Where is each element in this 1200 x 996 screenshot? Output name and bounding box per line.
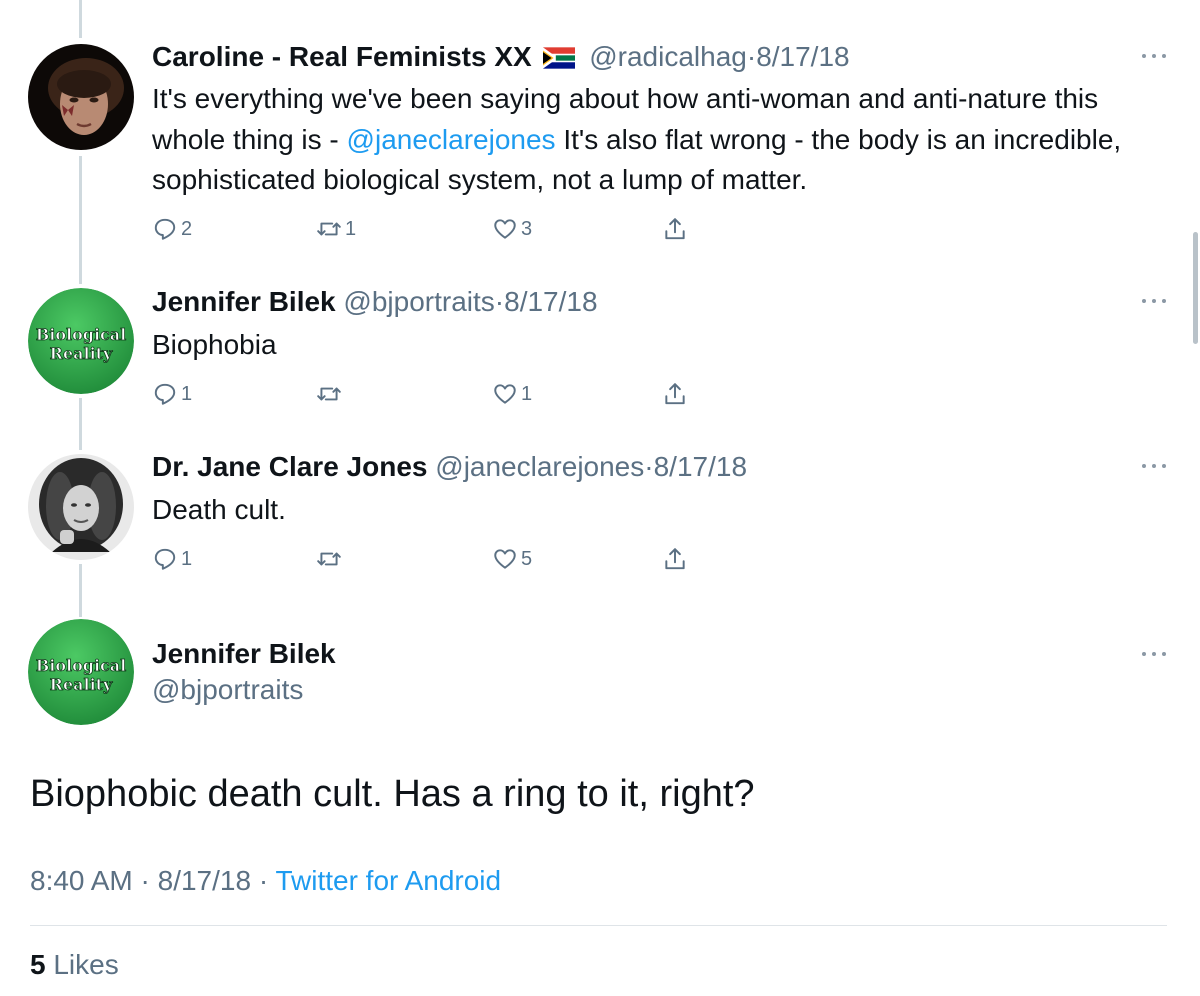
reply-icon <box>154 383 176 405</box>
tweet-text: It's everything we've been saying about … <box>152 79 1172 201</box>
avatar[interactable]: Biological Reality <box>28 619 134 725</box>
divider <box>30 925 1167 926</box>
tweet-date[interactable]: 8/17/18 <box>158 865 251 896</box>
separator: · <box>140 865 150 896</box>
avatar-text: Biological <box>36 325 126 344</box>
avatar-text: Biological <box>36 656 126 675</box>
author-name[interactable]: Jennifer Bilek <box>152 638 336 669</box>
author-handle[interactable]: @janeclarejones <box>435 451 644 482</box>
avatar[interactable]: Biological Reality <box>28 288 134 394</box>
share-icon <box>665 548 685 570</box>
likes-summary[interactable]: 5 Likes <box>30 947 119 983</box>
like-button[interactable]: 3 <box>492 214 532 244</box>
share-icon <box>665 383 685 405</box>
tweet-header: Jennifer Bilek @bjportraits·8/17/18 <box>152 285 598 319</box>
avatar[interactable] <box>28 44 134 150</box>
tweet-text: Death cult. <box>152 494 286 525</box>
tweet-header: Dr. Jane Clare Jones @janeclarejones·8/1… <box>152 450 747 484</box>
heart-icon <box>494 219 516 239</box>
tweet-time[interactable]: 8:40 AM <box>30 865 133 896</box>
share-button[interactable] <box>662 214 688 244</box>
like-count: 1 <box>521 382 533 405</box>
retweet-icon <box>317 552 341 566</box>
reply-button[interactable]: 1 <box>152 544 192 574</box>
main-tweet-text: Biophobic death cult. Has a ring to it, … <box>30 773 755 815</box>
more-options-icon[interactable] <box>1142 52 1166 60</box>
reply-count: 1 <box>181 382 193 405</box>
author-name[interactable]: Jennifer Bilek <box>152 286 336 317</box>
tweet-header: Caroline - Real Feminists XX @radicalhag… <box>152 40 850 77</box>
retweet-icon <box>317 387 341 401</box>
retweet-button[interactable]: 1 <box>316 214 356 244</box>
author-handle[interactable]: @bjportraits <box>343 286 494 317</box>
retweet-count: 1 <box>345 217 357 240</box>
tweet-source-link[interactable]: Twitter for Android <box>275 865 501 896</box>
retweet-button[interactable] <box>316 544 345 574</box>
author-name[interactable]: Dr. Jane Clare Jones <box>152 451 427 482</box>
avatar-text: Reality <box>50 675 113 694</box>
more-options-icon[interactable] <box>1142 297 1166 305</box>
main-author-name-row: Jennifer Bilek <box>152 637 336 671</box>
like-count: 5 <box>521 547 533 570</box>
thread-connector <box>79 564 82 617</box>
reply-button[interactable]: 1 <box>152 379 192 409</box>
more-options-icon[interactable] <box>1142 650 1166 658</box>
reply-button[interactable]: 2 <box>152 214 192 244</box>
tweet-date[interactable]: 8/17/18 <box>654 451 747 482</box>
tweet-date[interactable]: 8/17/18 <box>756 41 849 72</box>
share-button[interactable] <box>662 379 688 409</box>
heart-icon <box>494 549 516 569</box>
reply-icon <box>154 218 176 240</box>
author-handle[interactable]: @bjportraits <box>152 674 303 705</box>
south-africa-flag-icon <box>543 43 576 77</box>
share-icon <box>665 218 685 240</box>
separator: · <box>258 865 269 896</box>
reply-icon <box>154 548 176 570</box>
like-button[interactable]: 1 <box>492 379 532 409</box>
tweet-metadata: 8:40 AM · 8/17/18 · Twitter for Android <box>30 864 501 898</box>
thread-connector <box>79 0 82 38</box>
share-button[interactable] <box>662 544 688 574</box>
retweet-button[interactable] <box>316 379 345 409</box>
author-handle[interactable]: @radicalhag <box>589 41 747 72</box>
thread-connector <box>79 156 82 284</box>
reply-count: 2 <box>181 217 193 240</box>
retweet-icon <box>317 222 341 236</box>
like-count: 3 <box>521 217 533 240</box>
tweet-text: Biophobia <box>152 329 277 360</box>
more-options-icon[interactable] <box>1142 462 1166 470</box>
thread-connector <box>79 398 82 450</box>
heart-icon <box>494 384 516 404</box>
like-button[interactable]: 5 <box>492 544 532 574</box>
likes-count: 5 <box>30 949 46 980</box>
separator: · <box>494 286 505 317</box>
scrollbar[interactable] <box>1193 232 1198 344</box>
tweet-date[interactable]: 8/17/18 <box>504 286 597 317</box>
likes-label: Likes <box>53 949 119 980</box>
separator: · <box>746 41 757 72</box>
avatar[interactable] <box>28 454 134 560</box>
avatar-text: Reality <box>50 344 113 363</box>
reply-count: 1 <box>181 547 193 570</box>
main-author-handle-row: @bjportraits <box>152 673 303 707</box>
mention-link[interactable]: @janeclarejones <box>347 124 556 155</box>
separator: · <box>644 451 654 482</box>
author-name[interactable]: Caroline - Real Feminists XX <box>152 41 532 72</box>
